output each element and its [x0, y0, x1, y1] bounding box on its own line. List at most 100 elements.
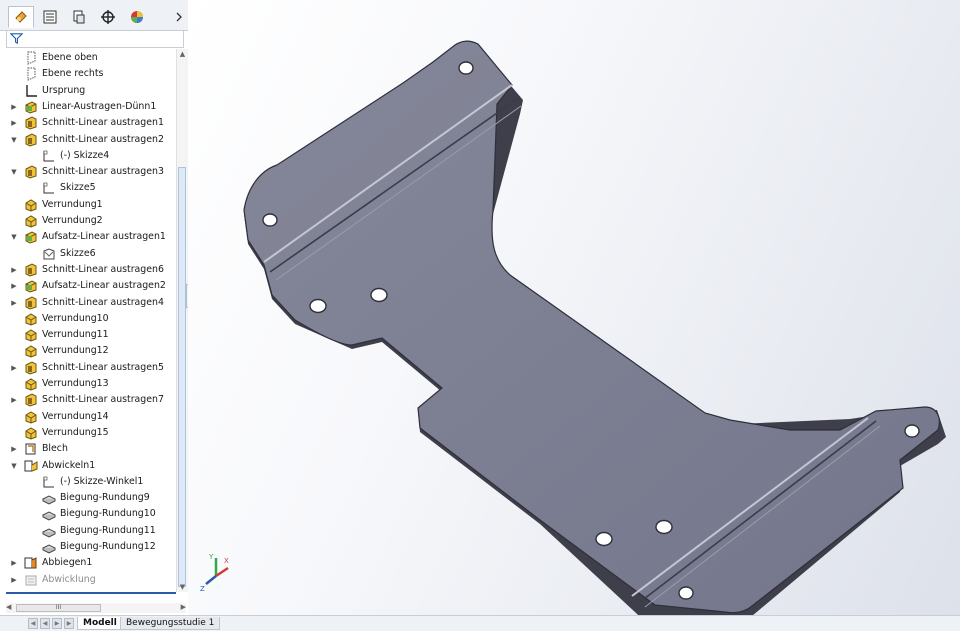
- expand-right-icon[interactable]: ▶: [10, 299, 18, 307]
- extrude-cut-icon: [24, 165, 38, 179]
- unfold-icon: [24, 459, 38, 473]
- fillet-icon: [24, 198, 38, 212]
- tree-item[interactable]: (-) Skizze-Winkel1: [0, 474, 175, 490]
- expand-right-icon[interactable]: ▶: [10, 445, 18, 453]
- expand-right-icon[interactable]: ▶: [10, 266, 18, 274]
- tree-item-label: Aufsatz-Linear austragen1: [42, 231, 166, 243]
- tree-vertical-scrollbar[interactable]: ▲ ▼: [176, 49, 188, 592]
- expand-down-icon[interactable]: ▼: [10, 136, 18, 144]
- part-face[interactable]: [243, 40, 940, 614]
- tree-item[interactable]: Skizze5: [0, 180, 175, 196]
- triad-z-label: Z: [200, 585, 205, 592]
- tree-item-label: Abwicklung: [42, 573, 96, 585]
- tree-item[interactable]: ▼ Schnitt-Linear austragen2: [0, 132, 175, 148]
- tab-dimxpert[interactable]: [95, 6, 121, 28]
- scroll-right-icon[interactable]: ▶: [181, 603, 186, 611]
- tree-item[interactable]: ▶ Aufsatz-Linear austragen2: [0, 278, 175, 294]
- tab-featuremanager[interactable]: [8, 6, 34, 28]
- tree-item[interactable]: (-) Skizze4: [0, 148, 175, 164]
- tree-item[interactable]: ▶ Linear-Austragen-Dünn1: [0, 99, 175, 115]
- chevron-right-icon[interactable]: [174, 11, 184, 23]
- tree-item[interactable]: Biegung-Rundung9: [0, 490, 175, 506]
- tree-item[interactable]: Verrundung12: [0, 343, 175, 359]
- feature-manager-panel: Ebene oben Ebene rechts Ursprung ▶ Linear-Au…: [0, 0, 189, 630]
- tree-item[interactable]: Biegung-Rundung12: [0, 539, 175, 555]
- tree-item[interactable]: Verrundung10: [0, 311, 175, 327]
- tree-item[interactable]: ▼ Abwickeln1: [0, 458, 175, 474]
- expand-down-icon[interactable]: ▼: [10, 462, 18, 470]
- next-tab-icon[interactable]: ▶: [52, 618, 62, 629]
- scrollbar-thumb-horizontal[interactable]: III: [16, 604, 101, 612]
- tree-item[interactable]: ▶ Abwicklung: [0, 572, 175, 588]
- expand-right-icon[interactable]: ▶: [10, 119, 18, 127]
- tree-item[interactable]: Ebene rechts: [0, 66, 175, 82]
- sketch-icon: [42, 181, 56, 195]
- tree-item-label: Biegung-Rundung11: [60, 524, 156, 536]
- tree-item[interactable]: ▶ Schnitt-Linear austragen6: [0, 262, 175, 278]
- expand-right-icon[interactable]: ▶: [10, 103, 18, 111]
- tab-displaymanager[interactable]: [124, 6, 150, 28]
- tab-configurationmanager[interactable]: [66, 6, 92, 28]
- sketch-icon: [42, 475, 56, 489]
- expand-right-icon[interactable]: ▶: [10, 364, 18, 372]
- tree-filter-input[interactable]: [6, 30, 184, 48]
- expand-right-icon[interactable]: ▶: [10, 559, 18, 567]
- flat-pattern-icon: [24, 573, 38, 587]
- sheet-metal-part[interactable]: [188, 0, 960, 615]
- expand-down-icon[interactable]: ▼: [10, 168, 18, 176]
- tree-item-label: Linear-Austragen-Dünn1: [42, 100, 157, 112]
- tree-item[interactable]: Verrundung14: [0, 409, 175, 425]
- tree-item[interactable]: ▶ Blech: [0, 441, 175, 457]
- fillet-icon: [24, 426, 38, 440]
- expand-down-icon[interactable]: ▼: [10, 233, 18, 241]
- tree-item[interactable]: ▶ Schnitt-Linear austragen5: [0, 360, 175, 376]
- tree-item[interactable]: Verrundung15: [0, 425, 175, 441]
- first-tab-icon[interactable]: ◀: [28, 618, 38, 629]
- scrollbar-thumb[interactable]: [178, 167, 186, 587]
- tree-item[interactable]: Verrundung1: [0, 197, 175, 213]
- tree-item[interactable]: Biegung-Rundung10: [0, 506, 175, 522]
- tree-item[interactable]: ▶ Schnitt-Linear austragen1: [0, 115, 175, 131]
- expand-right-icon[interactable]: ▶: [10, 282, 18, 290]
- tree-item[interactable]: ▼ Schnitt-Linear austragen3: [0, 164, 175, 180]
- extrude-cut-icon: [24, 116, 38, 130]
- tree-item[interactable]: ▶ Abbiegen1: [0, 555, 175, 571]
- rollback-bar[interactable]: [6, 592, 176, 594]
- tree-item-label: Schnitt-Linear austragen7: [42, 394, 164, 406]
- tree-item[interactable]: ▼ Aufsatz-Linear austragen1: [0, 229, 175, 245]
- tab-propertymanager[interactable]: [37, 6, 63, 28]
- tree-item-label: Ursprung: [42, 84, 86, 96]
- tree-item-label: Verrundung11: [42, 329, 109, 341]
- tree-item[interactable]: ▶ Schnitt-Linear austragen7: [0, 392, 175, 408]
- tree-item[interactable]: Verrundung13: [0, 376, 175, 392]
- prev-tab-icon[interactable]: ◀: [40, 618, 50, 629]
- tree-item-label: Verrundung13: [42, 378, 109, 389]
- tab-bewegungsstudie[interactable]: Bewegungsstudie 1: [120, 617, 221, 630]
- tree-horizontal-scrollbar[interactable]: ◀ III ▶: [6, 603, 186, 613]
- triad-y-label: Y: [208, 553, 214, 561]
- view-orientation-triad[interactable]: Y X Z: [198, 550, 234, 592]
- tree-item[interactable]: Verrundung11: [0, 327, 175, 343]
- sketch-icon: [42, 149, 56, 163]
- tree-item[interactable]: Skizze6: [0, 246, 175, 262]
- scroll-up-icon[interactable]: ▲: [177, 49, 188, 59]
- scroll-left-icon[interactable]: ◀: [6, 603, 11, 611]
- panel-tab-bar: [0, 0, 188, 31]
- expand-right-icon[interactable]: ▶: [10, 576, 18, 584]
- last-tab-icon[interactable]: ▶: [64, 618, 74, 629]
- bend-icon: [41, 491, 57, 505]
- tree-item-label: Abwickeln1: [42, 459, 96, 471]
- graphics-area[interactable]: Y X Z: [188, 0, 960, 615]
- tree-item[interactable]: Ursprung: [0, 83, 175, 99]
- tree-item[interactable]: Biegung-Rundung11: [0, 523, 175, 539]
- extrude-cut-icon: [24, 263, 38, 277]
- expand-right-icon[interactable]: ▶: [10, 396, 18, 404]
- displaymanager-tab-icon: [131, 11, 143, 23]
- tree-item[interactable]: ▶ Schnitt-Linear austragen4: [0, 295, 175, 311]
- scroll-down-icon[interactable]: ▼: [177, 582, 188, 592]
- extrude-cut-icon: [24, 361, 38, 375]
- propertymanager-tab-icon: [43, 10, 57, 24]
- tree-item[interactable]: Ebene oben: [0, 50, 175, 66]
- tree-item[interactable]: Verrundung2: [0, 213, 175, 229]
- tab-modell[interactable]: Modell: [77, 617, 123, 630]
